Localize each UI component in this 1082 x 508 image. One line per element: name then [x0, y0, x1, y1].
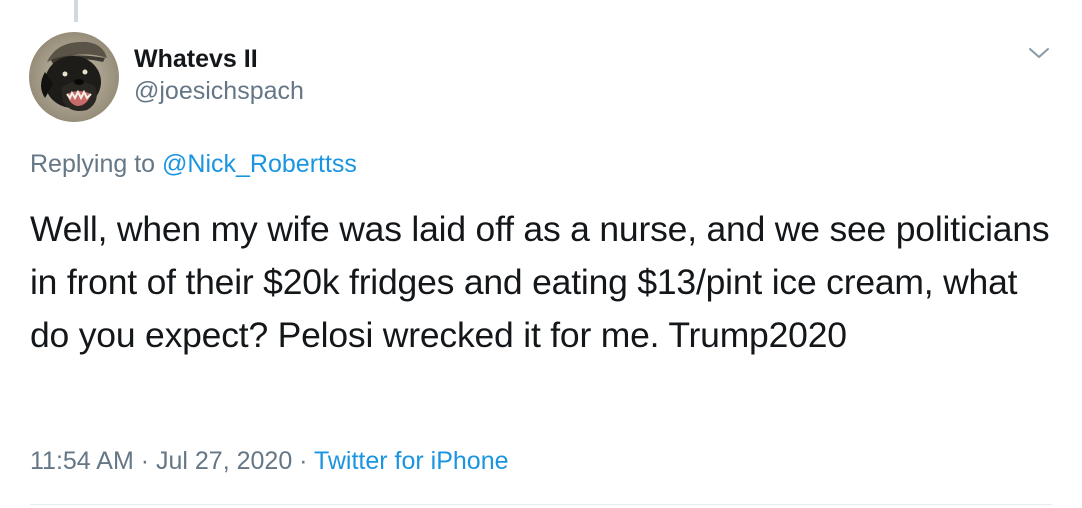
user-handle[interactable]: @joesichspach	[134, 75, 304, 107]
display-name[interactable]: Whatevs II	[134, 43, 304, 75]
meta-separator: ·	[133, 447, 156, 475]
dog-with-cap-avatar-icon	[29, 32, 119, 122]
tweet-time[interactable]: 11:54 AM	[30, 447, 134, 475]
user-names: Whatevs II @joesichspach	[134, 43, 304, 107]
tweet-date[interactable]: Jul 27, 2020	[156, 447, 292, 475]
replying-to-label: Replying to	[30, 150, 163, 178]
tweet-header: Whatevs II @joesichspach	[29, 32, 304, 122]
replying-to-line: Replying to @Nick_Roberttss	[30, 146, 357, 182]
chevron-down-icon[interactable]	[1027, 44, 1051, 62]
meta-separator: ·	[292, 447, 314, 475]
avatar[interactable]	[29, 32, 119, 122]
reply-mention-link[interactable]: @Nick_Roberttss	[162, 150, 357, 178]
divider	[30, 504, 1052, 505]
tweet-metadata: 11:54 AM · Jul 27, 2020 · Twitter for iP…	[30, 443, 509, 479]
tweet-text: Well, when my wife was laid off as a nur…	[30, 209, 1050, 355]
thread-connector-line	[74, 0, 78, 22]
tweet-source-link[interactable]: Twitter for iPhone	[314, 447, 509, 475]
